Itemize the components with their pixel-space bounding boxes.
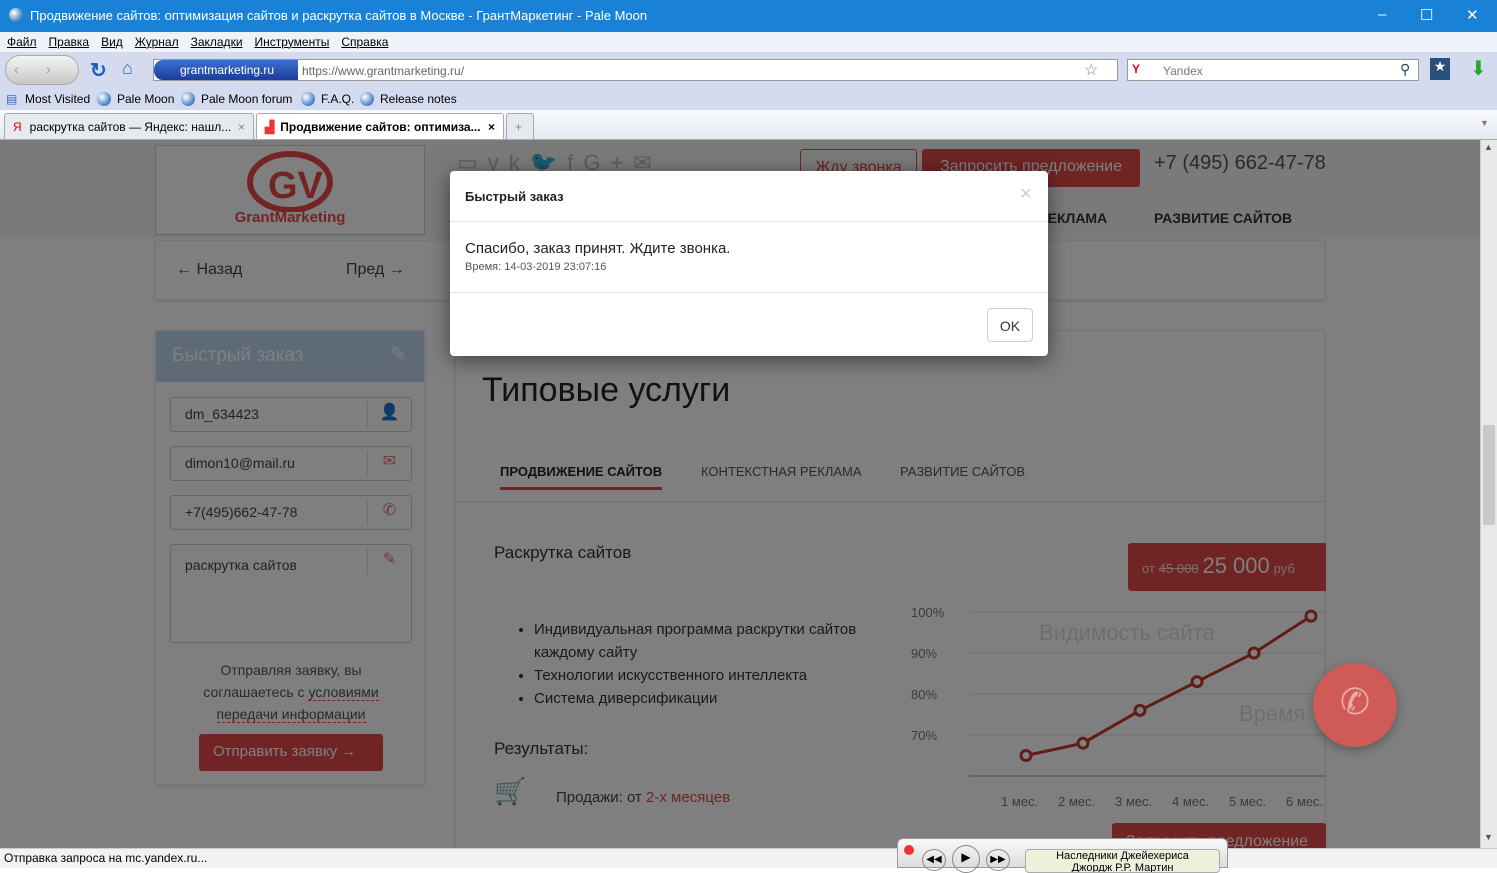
phone-ringing-icon: ✆: [1339, 681, 1371, 722]
globe-icon: [97, 92, 111, 106]
forum-icon: [181, 92, 195, 106]
search-bar[interactable]: Y Yandex ⚲: [1127, 59, 1419, 81]
forward-icon[interactable]: ›: [46, 61, 51, 77]
menu-file[interactable]: Файл: [7, 35, 37, 49]
maximize-button[interactable]: ☐: [1420, 6, 1433, 24]
most-visited-icon: ▤: [6, 92, 18, 106]
scroll-up-icon[interactable]: ▲: [1484, 142, 1493, 152]
menu-tools[interactable]: Инструменты: [255, 35, 330, 49]
tab-bar: Яраскрутка сайтов — Яндекс: нашл... × ▟ Пр…: [0, 110, 1497, 140]
search-input[interactable]: Yandex: [1163, 64, 1203, 78]
navigation-toolbar: ‹ › ↻ ⌂ grantmarketing.ru https://www.gr…: [0, 52, 1497, 88]
scroll-down-icon[interactable]: ▼: [1484, 832, 1493, 842]
back-forward-buttons[interactable]: ‹ ›: [5, 55, 79, 85]
bookmarks-toolbar: ▤ Most Visited Pale Moon Pale Moon forum…: [0, 88, 1497, 110]
pale-moon-icon: [9, 8, 23, 22]
order-confirmation-modal: Быстрый заказ × Спасибо, заказ принят. Ж…: [450, 171, 1048, 356]
modal-title: Быстрый заказ: [465, 189, 564, 204]
yandex-icon: Я: [13, 120, 22, 134]
menu-help[interactable]: Справка: [341, 35, 388, 49]
ok-button[interactable]: OK: [987, 308, 1033, 342]
bookmark-forum[interactable]: Pale Moon forum: [201, 92, 292, 106]
close-player-icon[interactable]: [904, 845, 914, 855]
tab-grantmarketing[interactable]: ▟ Продвижение сайтов: оптимиза... ×: [256, 113, 504, 139]
call-widget-button[interactable]: ✆: [1313, 663, 1397, 747]
bookmark-faq[interactable]: F.A.Q.: [321, 92, 354, 106]
site-favicon: ▟: [265, 120, 275, 134]
modal-close-icon[interactable]: ×: [1020, 183, 1032, 206]
bookmark-star-icon[interactable]: ☆: [1084, 60, 1098, 80]
minimize-button[interactable]: –: [1378, 6, 1386, 23]
home-icon[interactable]: ⌂: [122, 58, 133, 79]
close-tab-icon[interactable]: ×: [238, 120, 245, 134]
status-bar: Отправка запроса на mc.yandex.ru...: [0, 848, 1497, 868]
media-player: ◀◀ ▶ ▶▶ Наследники Джейехериса Джордж Р.Р…: [897, 838, 1228, 873]
back-icon[interactable]: ‹: [14, 61, 19, 77]
vertical-scrollbar[interactable]: ▲ ▼: [1480, 140, 1497, 848]
menu-bookmarks[interactable]: Закладки: [191, 35, 243, 49]
play-icon[interactable]: ▶: [952, 845, 980, 873]
tab-label: раскрутка сайтов — Яндекс: нашл...: [29, 120, 232, 134]
url-text[interactable]: https://www.grantmarketing.ru/: [302, 64, 464, 78]
menu-history[interactable]: Журнал: [135, 35, 179, 49]
tab-yandex[interactable]: Яраскрутка сайтов — Яндекс: нашл... ×: [4, 113, 254, 139]
bookmark-most-visited[interactable]: Most Visited: [25, 92, 90, 106]
search-icon[interactable]: ⚲: [1400, 61, 1410, 78]
modal-divider: [450, 292, 1048, 293]
window-title: Продвижение сайтов: оптимизация сайтов и…: [30, 8, 648, 23]
yandex-engine-icon[interactable]: Y: [1132, 62, 1140, 76]
downloads-icon[interactable]: ⬇: [1470, 56, 1487, 81]
tab-label: Продвижение сайтов: оптимиза...: [280, 120, 481, 134]
menu-bar: Файл Правка Вид Журнал Закладки Инструменты Сп…: [0, 32, 1497, 52]
title-bar: Продвижение сайтов: оптимизация сайтов и…: [0, 0, 1497, 32]
close-tab-icon[interactable]: ×: [488, 120, 495, 134]
globe-icon: [301, 92, 315, 106]
reload-icon[interactable]: ↻: [90, 58, 107, 83]
tab-list-icon[interactable]: ▼: [1480, 118, 1489, 128]
bookmark-pale-moon[interactable]: Pale Moon: [117, 92, 174, 106]
track-info: Наследники Джейехериса Джордж Р.Р. Мартин: [1025, 849, 1220, 873]
menu-edit[interactable]: Правка: [49, 35, 90, 49]
modal-message: Спасибо, заказ принят. Ждите звонка.: [465, 240, 731, 257]
bookmarks-menu-icon[interactable]: ★: [1430, 58, 1450, 80]
modal-divider: [450, 221, 1048, 222]
menu-view[interactable]: Вид: [101, 35, 123, 49]
scrollbar-thumb[interactable]: [1483, 425, 1495, 525]
new-tab-button[interactable]: +: [506, 113, 534, 139]
site-identity-badge[interactable]: grantmarketing.ru: [154, 60, 298, 80]
close-button[interactable]: ✕: [1466, 6, 1479, 24]
bookmark-release-notes[interactable]: Release notes: [380, 92, 457, 106]
modal-time: Время: 14-03-2019 23:07:16: [465, 261, 607, 273]
globe-icon: [360, 92, 374, 106]
track-title: Наследники Джейехериса: [1056, 850, 1189, 862]
status-text: Отправка запроса на mc.yandex.ru...: [4, 851, 208, 865]
url-bar[interactable]: grantmarketing.ru https://www.grantmarke…: [153, 59, 1118, 81]
